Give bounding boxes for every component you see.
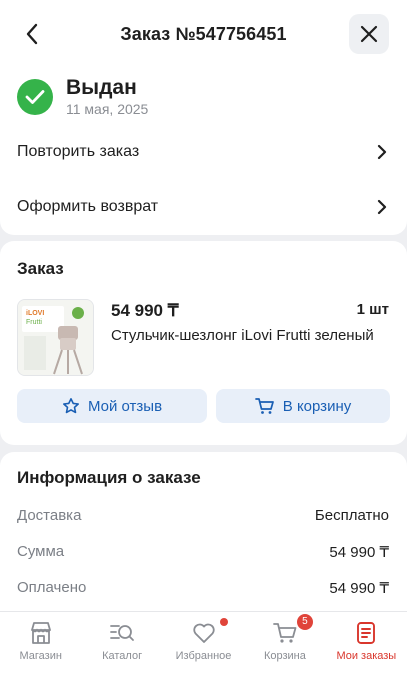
page-title: Заказ №547756451 (120, 23, 287, 44)
info-label: Доставка (17, 507, 82, 524)
product-image[interactable]: iLOVI Frutti (17, 299, 94, 376)
info-row-delivery: Доставка Бесплатно (17, 507, 389, 524)
tab-my-orders[interactable]: Мои заказы (326, 612, 407, 700)
bottom-tab-bar: Магазин Каталог Избранное 5 Корзина Мои … (0, 611, 407, 700)
orders-icon (357, 622, 376, 644)
product-quantity: 1 шт (356, 301, 389, 318)
info-row-sum: Сумма 54 990 ₸ (17, 543, 389, 561)
heart-icon (192, 623, 215, 643)
cart-count-badge: 5 (296, 614, 313, 630)
status-date: 11 мая, 2025 (66, 101, 149, 117)
repeat-order-label: Повторить заказ (17, 143, 140, 160)
close-icon (360, 25, 378, 43)
check-circle-icon (17, 79, 53, 115)
image-brand-text: iLOVI (26, 310, 44, 317)
shop-icon (30, 622, 51, 644)
cart-icon (254, 398, 274, 414)
repeat-order-row[interactable]: Повторить заказ (0, 127, 407, 177)
product-name[interactable]: Стульчик-шезлонг iLovi Frutti зеленый (111, 327, 374, 344)
notification-dot (219, 618, 228, 626)
info-section-title: Информация о заказе (17, 468, 201, 487)
chevron-right-icon (377, 199, 387, 215)
info-label: Сумма (17, 543, 65, 560)
tab-label: Каталог (102, 650, 143, 662)
catalog-search-icon (110, 625, 135, 641)
tab-catalog[interactable]: Каталог (81, 612, 162, 700)
my-review-label: Мой отзыв (87, 397, 163, 415)
info-value: 54 990 ₸ (329, 580, 389, 597)
order-card: Заказ iLOVI Frutti 54 990 ₸ 1 шт Стульчи… (0, 241, 407, 445)
product-price: 54 990 ₸ (111, 301, 179, 320)
return-order-row[interactable]: Оформить возврат (0, 182, 407, 232)
tab-label: Мои заказы (336, 650, 397, 662)
status-row: Выдан 11 мая, 2025 (17, 76, 148, 118)
tab-shop[interactable]: Магазин (0, 612, 81, 700)
tab-label: Корзина (263, 650, 306, 662)
image-model-text: Frutti (26, 319, 42, 326)
status-card: Выдан 11 мая, 2025 Повторить заказ Оформ… (0, 60, 407, 235)
close-button[interactable] (349, 14, 389, 54)
info-value: Бесплатно (314, 507, 389, 524)
add-to-cart-button[interactable]: В корзину (216, 389, 390, 423)
return-order-label: Оформить возврат (17, 198, 159, 215)
cart-icon (273, 623, 297, 643)
add-to-cart-label: В корзину (282, 397, 352, 415)
header: Заказ №547756451 (0, 0, 407, 68)
status-title: Выдан (66, 76, 137, 99)
tab-label: Избранное (175, 650, 232, 662)
chevron-left-icon (26, 23, 38, 45)
tab-cart[interactable]: 5 Корзина (244, 612, 325, 700)
star-icon (62, 398, 79, 414)
info-value: 54 990 ₸ (329, 544, 389, 561)
info-label: Оплачено (17, 579, 87, 596)
tab-label: Магазин (19, 650, 62, 662)
tab-favorites[interactable]: Избранное (163, 612, 244, 700)
my-review-button[interactable]: Мой отзыв (17, 389, 207, 423)
back-button[interactable] (14, 16, 50, 52)
info-row-paid: Оплачено 54 990 ₸ (17, 579, 389, 597)
chevron-right-icon (377, 144, 387, 160)
order-section-title: Заказ (17, 259, 64, 278)
